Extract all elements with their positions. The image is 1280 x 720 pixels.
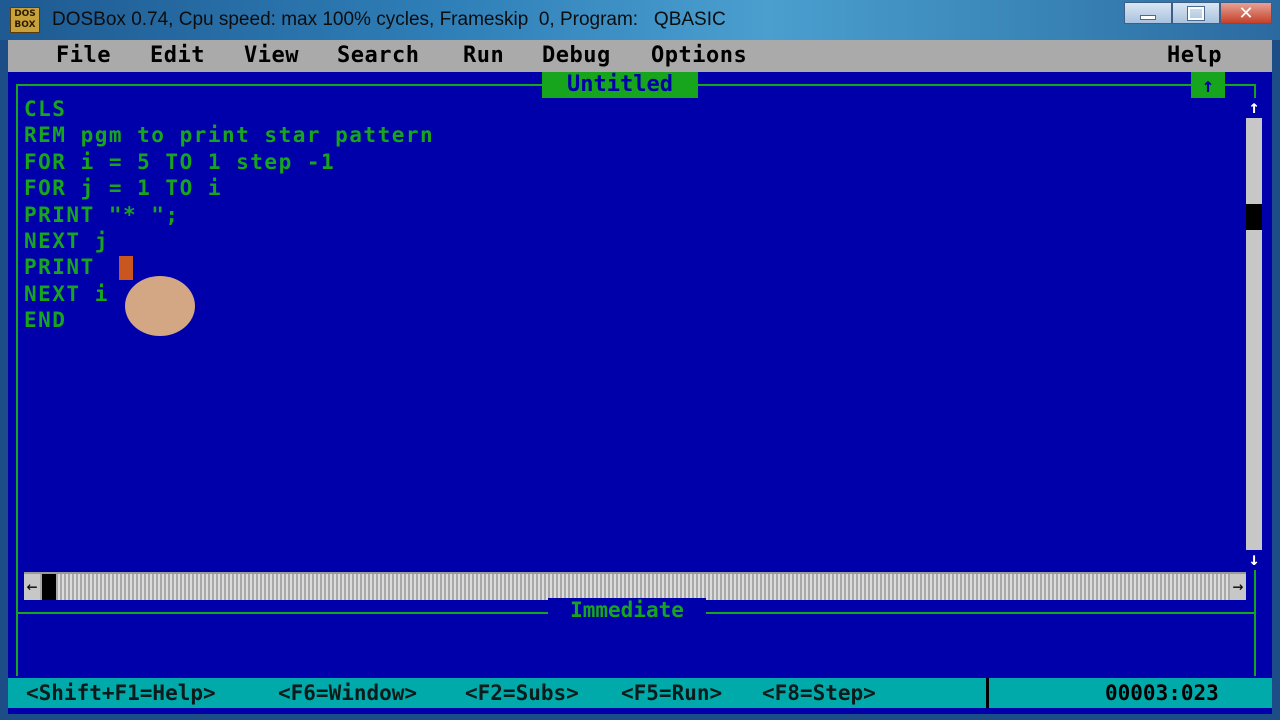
status-hint-help[interactable]: <Shift+F1=Help> [26, 678, 216, 708]
code-line: PRINT [24, 255, 95, 280]
window-title: DOSBox 0.74, Cpu speed: max 100% cycles,… [52, 9, 726, 30]
code-editor[interactable]: CLS REM pgm to print star pattern FOR i … [24, 96, 1224, 334]
window-titlebar[interactable]: DOS BOX DOSBox 0.74, Cpu speed: max 100%… [0, 0, 1280, 40]
code-line: FOR j = 1 TO i [24, 176, 223, 201]
code-line: FOR i = 5 TO 1 step -1 [24, 149, 336, 174]
menu-edit[interactable]: Edit [150, 42, 205, 70]
close-button[interactable]: ✕ [1220, 2, 1272, 24]
code-line: NEXT j [24, 228, 109, 253]
window-controls: ✕ [1124, 2, 1272, 26]
qbasic-screen: File Edit View Search Run Debug Options … [8, 40, 1272, 714]
status-hint-subs[interactable]: <F2=Subs> [465, 678, 579, 708]
horizontal-scrollbar[interactable]: ← → [24, 572, 1246, 600]
text-cursor [119, 256, 133, 280]
menu-options[interactable]: Options [651, 42, 747, 70]
scroll-down-arrow-icon[interactable]: ↓ [1246, 550, 1262, 570]
maximize-button[interactable] [1172, 2, 1220, 24]
minimize-button[interactable] [1124, 2, 1172, 24]
menu-run[interactable]: Run [463, 42, 504, 70]
dosbox-app-icon: DOS BOX [10, 7, 40, 33]
horizontal-scroll-thumb[interactable] [42, 574, 56, 600]
code-line: REM pgm to print star pattern [24, 123, 435, 148]
menu-help[interactable]: Help [1167, 42, 1222, 70]
cursor-position: 00003:023 [1105, 681, 1219, 705]
menu-search[interactable]: Search [337, 42, 419, 70]
minimize-icon [1140, 14, 1156, 20]
code-line: PRINT "* "; [24, 202, 180, 227]
menu-bar: File Edit View Search Run Debug Options … [8, 40, 1272, 72]
maximize-icon [1187, 5, 1205, 21]
menu-file[interactable]: File [56, 42, 111, 70]
menu-view[interactable]: View [244, 42, 299, 70]
code-line: CLS [24, 97, 67, 121]
editor-maximize-button[interactable]: ↑ [1191, 72, 1225, 98]
status-hint-window[interactable]: <F6=Window> [278, 678, 417, 708]
menu-debug[interactable]: Debug [542, 42, 611, 70]
scroll-up-arrow-icon[interactable]: ↑ [1246, 98, 1262, 118]
status-divider [986, 678, 989, 708]
status-hint-step[interactable]: <F8=Step> [762, 678, 876, 708]
mouse-pointer-highlight [125, 276, 195, 336]
status-hint-run[interactable]: <F5=Run> [621, 678, 722, 708]
immediate-title: Immediate [548, 598, 706, 622]
code-line: NEXT i [24, 281, 109, 306]
scroll-left-arrow-icon[interactable]: ← [24, 574, 40, 600]
document-title: Untitled [542, 72, 698, 98]
scroll-right-arrow-icon[interactable]: → [1230, 574, 1246, 600]
close-icon: ✕ [1238, 2, 1254, 24]
status-bar: <Shift+F1=Help> <F6=Window> <F2=Subs> <F… [8, 678, 1272, 708]
code-line: END [24, 308, 67, 333]
vertical-scrollbar[interactable]: ↑ ↓ [1246, 98, 1262, 570]
vertical-scroll-thumb[interactable] [1246, 204, 1262, 230]
